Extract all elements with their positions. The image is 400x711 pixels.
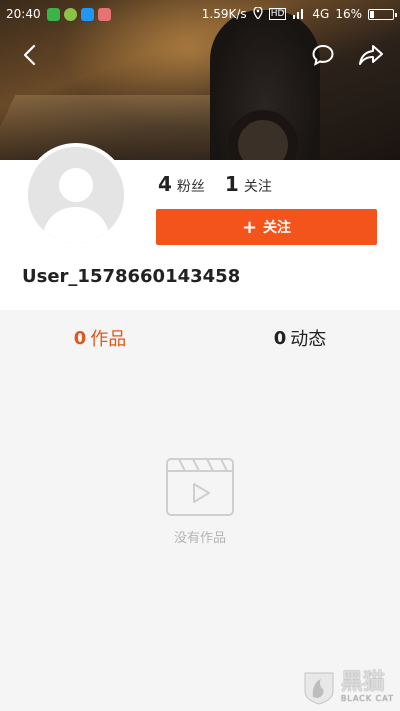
signal-icon [292, 7, 306, 22]
watermark-subtitle: BLACK CAT [340, 693, 394, 703]
tab-works-count: 0 [73, 327, 87, 349]
app-icon [63, 7, 77, 21]
network-speed: 1.59K/s [201, 7, 247, 21]
status-time: 20:40 [6, 7, 41, 21]
fans-label: 粉丝 [176, 179, 205, 195]
black-cat-logo-icon [304, 672, 334, 705]
battery-icon [368, 8, 397, 20]
tab-activity[interactable]: 0 动态 [200, 312, 400, 364]
fans-stat[interactable]: 4 粉丝 [158, 172, 205, 196]
default-avatar-icon [28, 147, 124, 243]
tab-activity-count: 0 [273, 327, 287, 349]
location-icon [253, 5, 263, 22]
empty-state-text: 没有作品 [173, 531, 226, 546]
comment-button[interactable] [308, 40, 338, 70]
follow-button[interactable]: + 关注 [156, 209, 377, 245]
network-type: 4G [312, 7, 330, 21]
username: User_1578660143458 [22, 266, 241, 287]
status-bar: 20:40 1.59K/s HD 4G 16% [0, 0, 400, 28]
wechat-icon [46, 7, 60, 21]
plus-icon: + [241, 216, 258, 238]
chat-app-icon [80, 7, 94, 21]
back-button[interactable] [14, 40, 44, 70]
following-count: 1 [224, 172, 239, 196]
profile-stats: 4 粉丝 1 关注 [158, 172, 272, 196]
tab-works-label: 作品 [90, 329, 127, 350]
fans-count: 4 [158, 172, 172, 196]
chevron-left-icon [23, 44, 36, 66]
following-stat[interactable]: 1 关注 [225, 172, 272, 196]
share-button[interactable] [356, 40, 386, 70]
follow-button-label: 关注 [263, 220, 292, 236]
hd-badge: HD [268, 8, 287, 20]
battery-percent: 16% [335, 7, 362, 21]
watermark: 黑猫 BLACK CAT [301, 669, 394, 705]
following-label: 关注 [243, 179, 272, 195]
photo-app-icon [97, 7, 111, 21]
tab-works[interactable]: 0 作品 [0, 312, 200, 364]
tab-activity-label: 动态 [290, 329, 327, 350]
speech-bubble-icon [312, 44, 334, 66]
watermark-title: 黑猫 [340, 669, 385, 695]
content-tabs: 0 作品 0 动态 [0, 312, 400, 364]
empty-state: 没有作品 [0, 455, 400, 546]
share-arrow-icon [359, 45, 383, 65]
video-clapper-icon [166, 458, 234, 516]
avatar[interactable] [24, 143, 128, 247]
